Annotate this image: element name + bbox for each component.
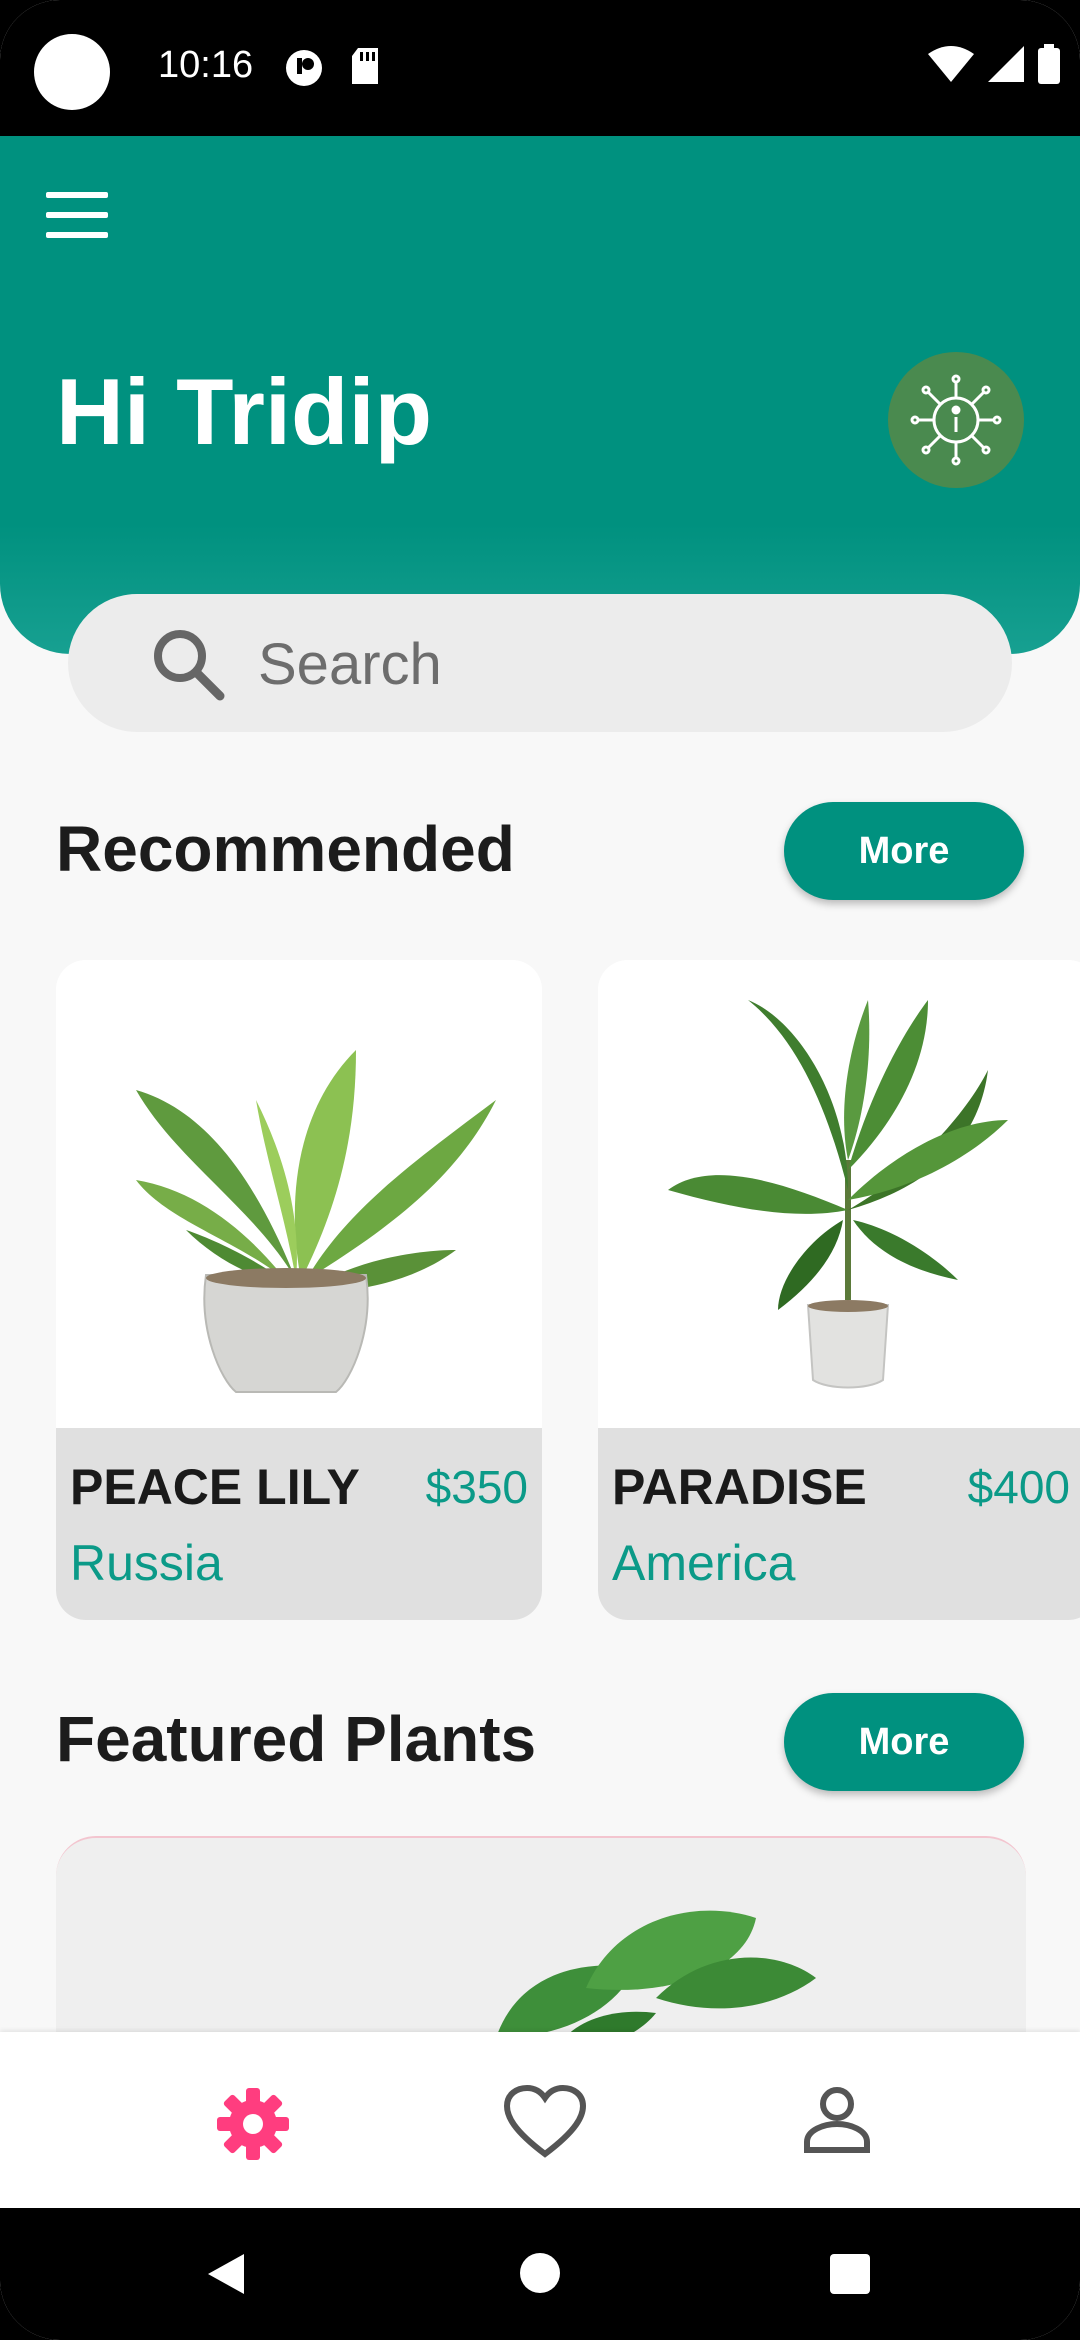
paradise-info: PARADISE $400 America bbox=[598, 1428, 1080, 1620]
app-screen: 10:16 Hi Tridip Search Recommended More … bbox=[0, 0, 1080, 2340]
gear-icon bbox=[217, 2088, 289, 2160]
plant-card-peace-lily[interactable]: PEACE LILY $350 Russia bbox=[56, 960, 542, 1620]
nav-profile[interactable] bbox=[792, 2084, 882, 2164]
info-button[interactable] bbox=[888, 352, 1024, 488]
plant-card-paradise[interactable]: PARADISE $400 America bbox=[598, 960, 1080, 1620]
recommended-title: Recommended bbox=[56, 813, 515, 885]
plant-origin: America bbox=[612, 1535, 796, 1591]
plant-name: PARADISE bbox=[612, 1459, 867, 1515]
camera-cutout bbox=[34, 34, 110, 110]
plant-price: $350 bbox=[425, 1461, 528, 1513]
cell-signal-icon bbox=[988, 46, 1024, 82]
sd-card-icon bbox=[352, 48, 378, 84]
status-bar: 10:16 bbox=[0, 0, 1080, 136]
plant-price: $400 bbox=[967, 1461, 1070, 1513]
plant-origin: Russia bbox=[70, 1535, 223, 1591]
nav-favorites[interactable] bbox=[500, 2084, 590, 2164]
search-bar[interactable] bbox=[68, 594, 1012, 732]
menu-icon[interactable] bbox=[46, 192, 108, 238]
search-icon bbox=[154, 630, 225, 701]
status-time: 10:16 bbox=[158, 44, 254, 86]
person-icon bbox=[804, 2087, 870, 2153]
info-network-icon bbox=[910, 374, 1002, 466]
greeting-title: Hi Tridip bbox=[56, 359, 432, 464]
system-nav-bar bbox=[0, 2208, 1080, 2340]
status-right-icons bbox=[928, 44, 1060, 84]
home-icon[interactable] bbox=[519, 2252, 561, 2294]
recommended-more-button[interactable]: More bbox=[784, 802, 1024, 900]
heart-icon bbox=[503, 2084, 587, 2158]
paradise-image bbox=[598, 960, 1080, 1428]
featured-title: Featured Plants bbox=[56, 1703, 537, 1775]
plant-name: PEACE LILY bbox=[70, 1459, 360, 1515]
battery-icon bbox=[1038, 44, 1060, 84]
peace-lily-image bbox=[56, 960, 542, 1428]
wifi-icon bbox=[928, 46, 974, 82]
search-input[interactable] bbox=[256, 620, 960, 708]
header-banner: Hi Tridip bbox=[0, 136, 1080, 654]
notification-icon bbox=[286, 50, 322, 86]
back-icon[interactable] bbox=[206, 2252, 246, 2296]
peace-lily-info: PEACE LILY $350 Russia bbox=[56, 1428, 542, 1620]
recents-icon[interactable] bbox=[830, 2254, 870, 2294]
nav-settings[interactable] bbox=[208, 2084, 298, 2164]
bottom-nav-bar bbox=[0, 2032, 1080, 2208]
featured-more-button[interactable]: More bbox=[784, 1693, 1024, 1791]
